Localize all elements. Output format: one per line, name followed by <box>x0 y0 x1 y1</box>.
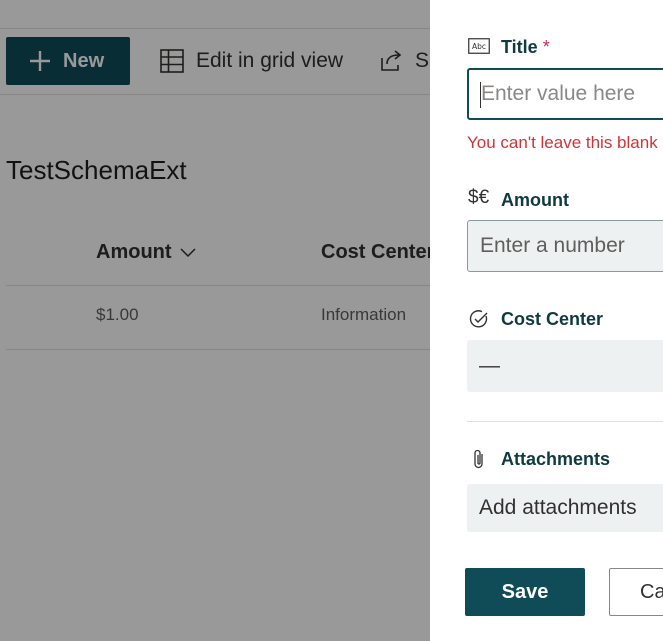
cost-center-select-value: — <box>479 354 500 377</box>
title-field-label: Title * <box>501 37 550 58</box>
save-button-label: Save <box>501 580 549 603</box>
amount-field-label: Amount <box>501 190 569 211</box>
add-attachments-label: Add attachments <box>479 496 637 519</box>
save-button[interactable]: Save <box>465 568 585 616</box>
text-caret <box>480 82 481 108</box>
required-marker: * <box>542 37 550 57</box>
text-field-icon-glyph: Abc <box>472 42 486 51</box>
attachments-field-label: Attachments <box>501 449 610 470</box>
choice-check-icon <box>469 310 488 328</box>
amount-label-text: Amount <box>501 190 569 210</box>
cost-center-select[interactable]: — <box>467 340 663 392</box>
cost-center-label-text: Cost Center <box>501 309 604 329</box>
paperclip-icon <box>474 449 483 469</box>
title-error-message: You can't leave this blank <box>467 133 658 152</box>
text-field-icon: Abc <box>468 38 490 54</box>
cancel-button[interactable]: Cancel <box>609 568 663 616</box>
modal-overlay[interactable] <box>0 0 430 641</box>
section-divider <box>467 421 663 422</box>
amount-input[interactable]: Enter a number <box>467 220 663 272</box>
title-input[interactable]: Enter value here <box>467 68 663 120</box>
new-item-panel: Abc Title * Enter value here You can't l… <box>430 0 663 641</box>
currency-icon: $€ <box>468 187 490 208</box>
amount-input-placeholder: Enter a number <box>480 234 625 257</box>
cancel-button-label: Cancel <box>640 580 663 603</box>
cost-center-field-label: Cost Center <box>501 309 603 330</box>
attachments-label-text: Attachments <box>501 449 611 469</box>
add-attachments-button[interactable]: Add attachments <box>467 484 663 532</box>
title-label-text: Title <box>501 37 538 57</box>
title-input-placeholder: Enter value here <box>481 82 636 105</box>
